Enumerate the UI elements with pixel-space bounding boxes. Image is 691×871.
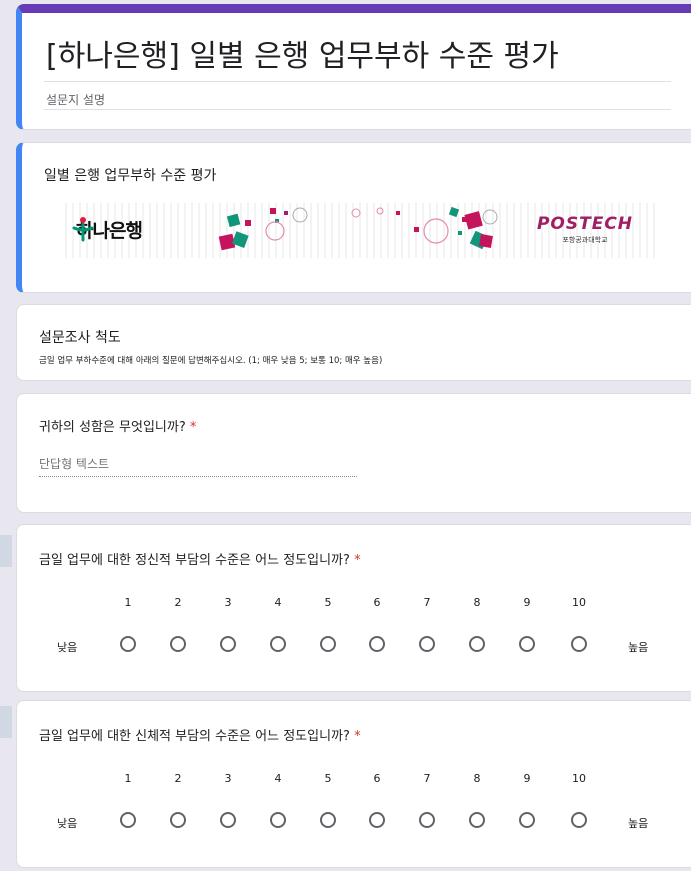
scale-low-label: 낮음 (57, 817, 78, 830)
section-title: 일별 은행 업무부하 수준 평가 (44, 168, 217, 184)
scale-number: 7 (423, 772, 431, 785)
scale-number: 1 (124, 596, 132, 609)
question-card-name[interactable]: 귀하의 성함은 무엇입니까? * (16, 393, 691, 513)
hana-leaf-icon (72, 217, 94, 242)
radio-option-2[interactable] (170, 812, 186, 828)
radio-option-4[interactable] (270, 812, 286, 828)
side-stripe (0, 535, 12, 567)
question-text: 귀하의 성함은 무엇입니까? (39, 420, 186, 435)
radio-option-10[interactable] (571, 636, 587, 652)
scale-number: 4 (274, 596, 282, 609)
scale-high-label: 높음 (628, 641, 649, 654)
form-title[interactable]: [하나은행] 일별 은행 업무부하 수준 평가 (46, 31, 559, 75)
postech-logo-subtext: 포항공과대학교 (562, 236, 608, 244)
scale-number: 5 (324, 772, 332, 785)
postech-logo: POSTECH 포항공과대학교 (520, 214, 650, 245)
radio-option-7[interactable] (419, 812, 435, 828)
radio-option-10[interactable] (571, 812, 587, 828)
radio-option-1[interactable] (120, 636, 136, 652)
required-mark: * (354, 553, 361, 568)
scale-number: 2 (174, 772, 182, 785)
radio-option-5[interactable] (320, 636, 336, 652)
radio-option-3[interactable] (220, 636, 236, 652)
scale-number: 8 (473, 772, 481, 785)
description-underline (44, 109, 671, 110)
banner-image: 하나은행 POSTECH 포항공과대학교 (60, 203, 660, 258)
form-description[interactable]: 설문지 설명 (46, 91, 105, 108)
radio-option-4[interactable] (270, 636, 286, 652)
radio-option-6[interactable] (369, 812, 385, 828)
radio-option-8[interactable] (469, 812, 485, 828)
radio-option-1[interactable] (120, 812, 136, 828)
scale-info-card[interactable]: 설문조사 척도 금일 업무 부하수준에 대해 아래의 질문에 답변해주십시오. … (16, 304, 691, 381)
scale-number: 1 (124, 772, 132, 785)
short-answer-input[interactable] (39, 451, 357, 477)
radio-option-7[interactable] (419, 636, 435, 652)
hana-bank-logo: 하나은행 (72, 216, 143, 243)
radio-option-2[interactable] (170, 636, 186, 652)
radio-option-6[interactable] (369, 636, 385, 652)
required-mark: * (189, 420, 197, 435)
question-title: 귀하의 성함은 무엇입니까? * (39, 416, 196, 435)
scale-number: 10 (572, 596, 586, 609)
question-title: 금일 업무에 대한 정신적 부담의 수준은 어느 정도입니까? * (39, 549, 361, 568)
scale-number: 6 (373, 772, 381, 785)
scale-number: 3 (224, 772, 232, 785)
scale-number: 5 (324, 596, 332, 609)
scale-number: 4 (274, 772, 282, 785)
radio-option-9[interactable] (519, 636, 535, 652)
form-title-card: [하나은행] 일별 은행 업무부하 수준 평가 설문지 설명 (16, 4, 691, 130)
question-text: 금일 업무에 대한 신체적 부담의 수준은 어느 정도입니까? (39, 729, 350, 744)
question-card-mental[interactable]: 금일 업무에 대한 정신적 부담의 수준은 어느 정도입니까? * 낮음 높음 … (16, 524, 691, 692)
required-mark: * (354, 729, 361, 744)
scale-high-label: 높음 (628, 817, 649, 830)
section-header-card[interactable]: 일별 은행 업무부하 수준 평가 하나은행 POSTECH 포항공과대학교 (16, 142, 691, 293)
scale-number: 3 (224, 596, 232, 609)
question-card-physical[interactable]: 금일 업무에 대한 신체적 부담의 수준은 어느 정도입니까? * 낮음 높음 … (16, 700, 691, 868)
scale-number: 10 (572, 772, 586, 785)
scale-number: 9 (523, 596, 531, 609)
scale-number: 2 (174, 596, 182, 609)
scale-info-description: 금일 업무 부하수준에 대해 아래의 질문에 답변해주십시오. (1; 매우 낮… (39, 356, 383, 366)
postech-logo-text: POSTECH (536, 214, 634, 234)
radio-option-5[interactable] (320, 812, 336, 828)
scale-low-label: 낮음 (57, 641, 78, 654)
scale-info-title: 설문조사 척도 (39, 330, 121, 346)
scale-number: 9 (523, 772, 531, 785)
radio-option-3[interactable] (220, 812, 236, 828)
scale-number: 8 (473, 596, 481, 609)
question-title: 금일 업무에 대한 신체적 부담의 수준은 어느 정도입니까? * (39, 725, 361, 744)
scale-number: 7 (423, 596, 431, 609)
title-underline (44, 81, 671, 82)
scale-number: 6 (373, 596, 381, 609)
side-stripe (0, 706, 12, 738)
radio-option-8[interactable] (469, 636, 485, 652)
question-text: 금일 업무에 대한 정신적 부담의 수준은 어느 정도입니까? (39, 553, 350, 568)
radio-option-9[interactable] (519, 812, 535, 828)
